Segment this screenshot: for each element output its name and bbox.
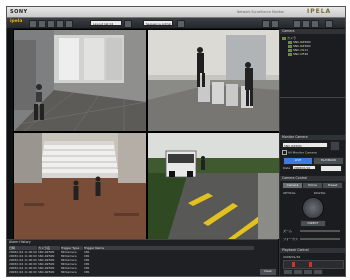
playback-section-header: Playback Control bbox=[280, 248, 345, 253]
camera-view-2[interactable] bbox=[147, 29, 280, 132]
forward-button[interactable] bbox=[313, 269, 323, 275]
alarm-history-header: Alarm History bbox=[9, 240, 31, 244]
rewind-button[interactable] bbox=[283, 269, 293, 275]
table-cell: SNC-RZ50N bbox=[38, 270, 55, 274]
tab-camera[interactable]: Camera bbox=[282, 182, 303, 189]
focus-label: フォーカス bbox=[283, 237, 299, 241]
column-header: Trigger Name bbox=[84, 246, 254, 250]
folder-icon bbox=[282, 36, 286, 40]
live-button[interactable]: LIVE bbox=[283, 157, 313, 165]
settings-icon[interactable] bbox=[293, 20, 301, 28]
playback-button[interactable]: PLAYBACK bbox=[313, 157, 344, 165]
layout-save-button[interactable] bbox=[124, 20, 132, 28]
camera-3-image bbox=[14, 133, 146, 239]
camera-list-header: Camera bbox=[280, 29, 345, 34]
time-input[interactable] bbox=[320, 165, 342, 172]
play-button[interactable] bbox=[293, 269, 303, 275]
clear-button[interactable]: Clear bbox=[259, 268, 277, 276]
layout-4x4-button[interactable] bbox=[56, 20, 64, 28]
divider bbox=[280, 97, 345, 98]
checkbox-icon bbox=[282, 150, 287, 155]
users-icon[interactable] bbox=[302, 20, 310, 28]
sequence-play-button[interactable] bbox=[177, 20, 185, 28]
zoom-slider[interactable] bbox=[300, 230, 340, 232]
title-note: Network Surveillance Monitor bbox=[237, 10, 284, 14]
app-window: SONY Network Surveillance Monitor IPELA … bbox=[6, 6, 346, 277]
table-cell: CB1 bbox=[84, 270, 90, 274]
table-cell: MDCamera bbox=[61, 270, 77, 274]
alarm-history-panel: Alarm History 日時 カメラ名 Trigger Type Trigg… bbox=[7, 239, 278, 276]
ptz-joystick[interactable] bbox=[302, 197, 324, 219]
camera-4-image bbox=[148, 133, 279, 239]
app-logo: ipela bbox=[10, 19, 23, 24]
zoom-label: ズーム bbox=[283, 229, 292, 233]
monitor-camera-select[interactable]: SNC-RZ50N bbox=[282, 142, 328, 148]
record-icon[interactable] bbox=[271, 20, 279, 28]
tab-preset[interactable]: Preset bbox=[322, 182, 343, 189]
product-logo: IPELA bbox=[307, 8, 332, 15]
camera-view-1[interactable] bbox=[13, 29, 147, 132]
timeline-marker bbox=[309, 262, 312, 267]
camera-view-3[interactable] bbox=[13, 132, 147, 240]
camera-icon bbox=[288, 52, 292, 56]
timeline-date: 2008/01/16 bbox=[283, 255, 301, 259]
camera-control-header: Camera Control bbox=[280, 176, 345, 181]
alarm-icon[interactable] bbox=[262, 20, 270, 28]
brand-logo: SONY bbox=[10, 9, 28, 15]
title-bar: SONY Network Surveillance Monitor IPELA bbox=[7, 7, 345, 18]
direct-button[interactable]: DIRECT bbox=[300, 220, 326, 227]
layout-2x2-button[interactable] bbox=[38, 20, 46, 28]
tab-home[interactable]: Home bbox=[302, 182, 323, 189]
date-label: Date bbox=[283, 166, 291, 170]
digital-label: DIGITAL bbox=[314, 191, 326, 195]
control-panel: Camera カメラ SNC-RZ50N SNC-RZ30N SNC-CS11 … bbox=[279, 29, 345, 276]
layout-custom-button[interactable] bbox=[65, 20, 73, 28]
help-icon[interactable] bbox=[311, 20, 319, 28]
layout-3x3-button[interactable] bbox=[47, 20, 55, 28]
optical-label: OPTICAL bbox=[283, 191, 296, 195]
tree-item-camera[interactable]: SNC-DF40 bbox=[282, 52, 342, 56]
table-row[interactable]: 2008/1/16 11:00:00 bbox=[9, 270, 37, 275]
layout-select[interactable]: Layout list 04 bbox=[90, 20, 122, 26]
timeline-bar[interactable] bbox=[283, 260, 344, 269]
pause-button[interactable] bbox=[303, 269, 313, 275]
all-monitor-checkbox[interactable]: All Monitor Camera bbox=[282, 150, 317, 155]
camera-view-4[interactable] bbox=[147, 132, 280, 240]
fullscreen-icon[interactable] bbox=[325, 20, 333, 28]
sequence-select[interactable]: Sequence Admin bbox=[143, 20, 173, 26]
timeline-marker bbox=[292, 262, 295, 267]
camera-2-image bbox=[148, 30, 279, 131]
focus-slider[interactable] bbox=[300, 238, 340, 240]
toolbar: ipela Layout list 04 Sequence Admin bbox=[7, 18, 345, 29]
snapshot-icon[interactable] bbox=[330, 141, 340, 151]
date-input[interactable]: 2008/01/16 bbox=[292, 165, 316, 170]
monitor-section-header: Monitor Camera bbox=[280, 135, 345, 140]
camera-tree: カメラ SNC-RZ50N SNC-RZ30N SNC-CS11 SNC-DF4… bbox=[282, 36, 342, 76]
layout-1x1-button[interactable] bbox=[29, 20, 37, 28]
playback-controls bbox=[283, 269, 342, 275]
camera-1-image bbox=[14, 30, 146, 131]
